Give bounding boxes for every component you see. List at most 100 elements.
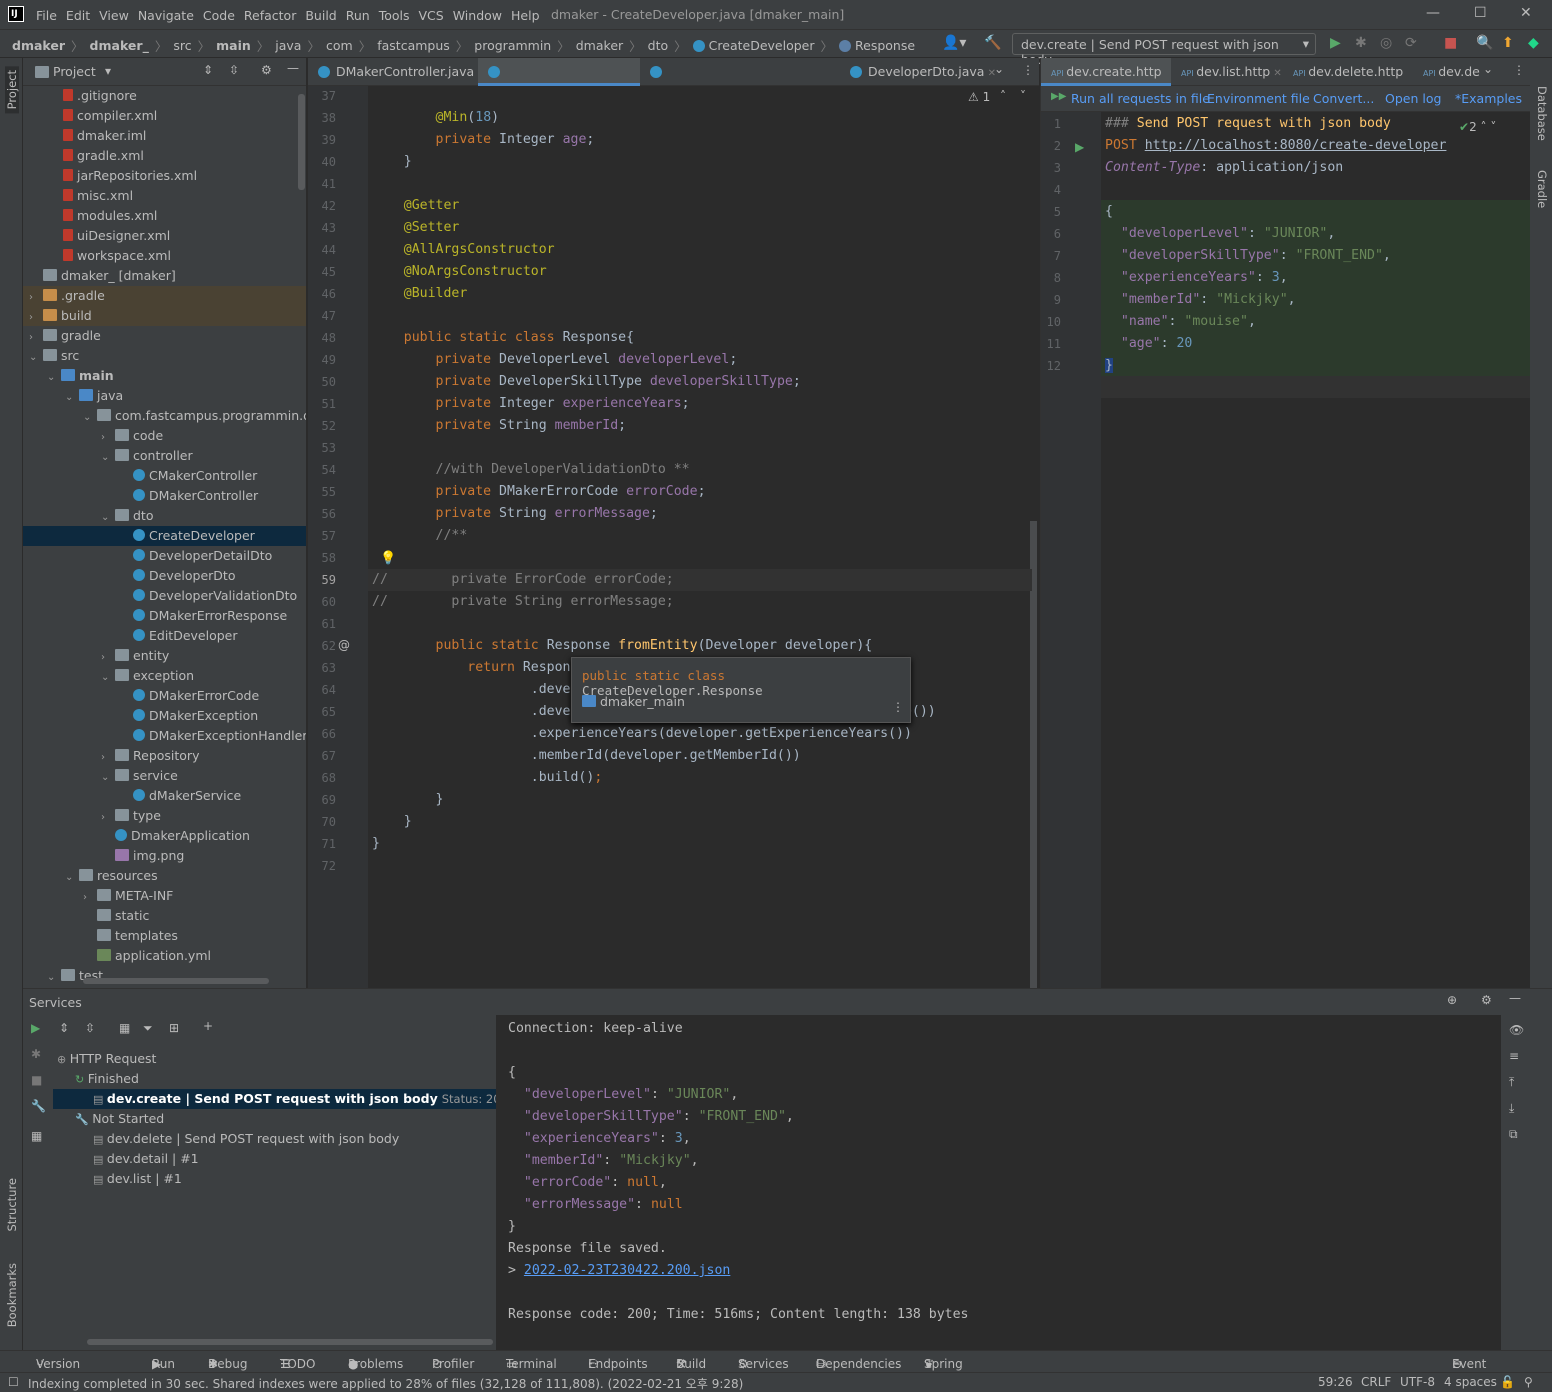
chevron-down-icon[interactable]: ⌄ xyxy=(101,508,115,528)
more-tabs-icon[interactable]: ⋮ xyxy=(1022,63,1034,77)
chevron-right-icon[interactable]: › xyxy=(83,888,97,908)
menu-build[interactable]: Build xyxy=(305,8,336,23)
chevron-right-icon[interactable]: › xyxy=(29,308,43,328)
breadcrumb-item[interactable]: java xyxy=(275,38,301,53)
tree-item[interactable]: CreateDeveloper xyxy=(23,526,306,546)
tree-item[interactable]: ⌄ controller xyxy=(23,446,306,466)
breadcrumb-item[interactable]: dmaker xyxy=(576,38,623,53)
http-toolbar-link[interactable]: *Examples xyxy=(1455,91,1522,106)
chevron-right-icon[interactable]: › xyxy=(29,288,43,308)
chevron-down-icon[interactable]: ⌄ xyxy=(83,408,97,428)
response-output[interactable]: Connection: keep-alive { "developerLevel"… xyxy=(496,1015,1501,1351)
tree-item[interactable]: DeveloperDetailDto xyxy=(23,546,306,566)
indent-setting[interactable]: 4 spaces xyxy=(1444,1375,1497,1389)
wrench-icon[interactable]: 🔧 xyxy=(31,1099,46,1113)
tree-item[interactable]: ⌄ resources xyxy=(23,866,306,886)
code-editor[interactable]: 37 38 39 40 41 42 43 44 45 46 47 48 49 50 51 52 53 54 55 56… xyxy=(308,86,1039,988)
breadcrumb-item[interactable]: programmin xyxy=(474,38,551,53)
warnings-indicator[interactable]: ⚠ 1 xyxy=(968,90,990,104)
maximize-icon[interactable]: ☐ xyxy=(1474,5,1487,21)
http-tab[interactable]: API dev.list.http ✕ xyxy=(1171,58,1283,86)
minimize-icon[interactable]: — xyxy=(1426,5,1440,21)
breadcrumb-item[interactable]: Response xyxy=(855,38,915,53)
plugin-icon[interactable]: ◆ xyxy=(1528,35,1539,51)
breadcrumb-item[interactable]: dto xyxy=(648,38,668,53)
structure-tool-button[interactable]: Structure xyxy=(5,1178,19,1232)
chevron-down-icon[interactable]: ˅ xyxy=(1020,89,1026,103)
editor-scrollbar[interactable] xyxy=(1030,521,1037,988)
crosshair-icon[interactable]: ⊕ xyxy=(1447,993,1457,1007)
tree-item[interactable]: ⌄ src xyxy=(23,346,306,368)
caret-position[interactable]: 59:26 xyxy=(1318,1375,1353,1389)
bookmarks-tool-button[interactable]: Bookmarks xyxy=(5,1263,19,1327)
tree-item[interactable]: dMakerService xyxy=(23,786,306,806)
gear-icon[interactable]: ⚙ xyxy=(261,63,272,77)
editor-tab[interactable]: DeveloperValidationDto.java ✕ xyxy=(640,58,840,107)
services-hscrollbar[interactable] xyxy=(87,1339,493,1345)
chevron-down-icon[interactable]: ⌄ xyxy=(29,348,43,368)
database-tool-button[interactable]: Database xyxy=(1535,86,1549,141)
tree-item[interactable]: DMakerErrorCode xyxy=(23,686,306,706)
menu-view[interactable]: View xyxy=(99,8,129,23)
debug-icon[interactable]: ✱ xyxy=(1355,35,1367,51)
tab-list-icon[interactable]: ⌄ xyxy=(994,62,1004,76)
tree-item[interactable]: img.png xyxy=(23,846,306,866)
chevron-down-icon[interactable]: ▾ xyxy=(105,64,111,78)
tree-item[interactable]: modules.xml xyxy=(23,206,306,226)
service-item[interactable]: 🔧 Not Started xyxy=(53,1109,496,1129)
lightbulb-icon[interactable]: 💡 xyxy=(380,551,396,566)
tree-item[interactable]: EditDeveloper xyxy=(23,626,306,646)
scroll-top-icon[interactable]: ⤒ xyxy=(1509,1075,1514,1090)
breadcrumb-item[interactable]: dmaker_ xyxy=(90,38,149,53)
service-item[interactable]: ▤ dev.create | Send POST request with js… xyxy=(53,1089,563,1109)
add-service-icon[interactable]: + xyxy=(203,1019,213,1033)
editor-tab[interactable]: CreateDeveloper.java ✕ xyxy=(478,58,640,107)
run-icon[interactable]: ▶ xyxy=(1330,35,1341,51)
tree-item[interactable]: compiler.xml xyxy=(23,106,306,126)
close-icon[interactable]: ✕ xyxy=(1520,5,1532,21)
tree-item[interactable]: templates xyxy=(23,926,306,946)
tree-item[interactable]: DMakerController xyxy=(23,486,306,506)
menu-code[interactable]: Code xyxy=(203,8,235,23)
file-encoding[interactable]: UTF-8 xyxy=(1400,1375,1435,1389)
tree-item[interactable]: application.yml xyxy=(23,946,306,966)
menu-file[interactable]: File xyxy=(36,8,57,23)
menu-run[interactable]: Run xyxy=(346,8,370,23)
stop-icon[interactable]: ■ xyxy=(1444,35,1457,51)
tree-item[interactable]: › .gradle xyxy=(23,286,306,308)
notifications-icon[interactable]: ⚲ xyxy=(1524,1375,1533,1389)
breadcrumb-item[interactable]: dmaker xyxy=(12,38,65,53)
tree-item[interactable]: ⌄ exception xyxy=(23,666,306,686)
menu-edit[interactable]: Edit xyxy=(66,8,90,23)
run-configuration-select[interactable]: dev.create | Send POST request with json… xyxy=(1012,33,1316,67)
breadcrumb-item[interactable]: main xyxy=(216,38,251,53)
chevron-right-icon[interactable]: › xyxy=(101,428,115,448)
tree-item[interactable]: static xyxy=(23,906,306,926)
tree-item[interactable]: uiDesigner.xml xyxy=(23,226,306,246)
hide-panel-icon[interactable]: — xyxy=(287,61,299,75)
tree-item[interactable]: .gitignore xyxy=(23,86,306,106)
service-item[interactable]: ▤ dev.list | #1 xyxy=(53,1169,496,1189)
coverage-icon[interactable]: ◎ xyxy=(1380,35,1392,51)
menu-help[interactable]: Help xyxy=(511,8,540,23)
tree-item[interactable]: ⌄ java xyxy=(23,386,306,408)
tree-item[interactable]: DeveloperDto xyxy=(23,566,306,586)
build-hammer-icon[interactable]: 🔨 xyxy=(984,35,1001,51)
editor-tab[interactable]: DMakerController.java ✕ xyxy=(308,58,478,109)
chevron-right-icon[interactable]: › xyxy=(101,808,115,828)
tree-item[interactable]: › type xyxy=(23,806,306,828)
chevron-down-icon[interactable]: ⌄ xyxy=(65,388,79,408)
debug-icon[interactable]: ✱ xyxy=(31,1047,41,1061)
scroll-end-icon[interactable]: ⤓ xyxy=(1509,1101,1514,1116)
expand-all-icon[interactable]: ⇕ xyxy=(59,1021,69,1035)
tree-item[interactable]: › build xyxy=(23,306,306,328)
breadcrumb-item[interactable]: src xyxy=(173,38,191,53)
status-message[interactable]: Indexing completed in 30 sec. Shared ind… xyxy=(28,1375,743,1392)
tree-item[interactable]: › entity xyxy=(23,646,306,668)
new-tab-icon[interactable]: ⊞ xyxy=(169,1021,179,1035)
http-toolbar-link[interactable]: Convert... xyxy=(1313,91,1374,106)
chevron-right-icon[interactable]: › xyxy=(101,648,115,668)
more-options-icon[interactable]: ⋮ xyxy=(892,700,904,714)
stop-icon[interactable]: ■ xyxy=(31,1073,42,1087)
breadcrumb-item[interactable]: CreateDeveloper xyxy=(709,38,815,53)
